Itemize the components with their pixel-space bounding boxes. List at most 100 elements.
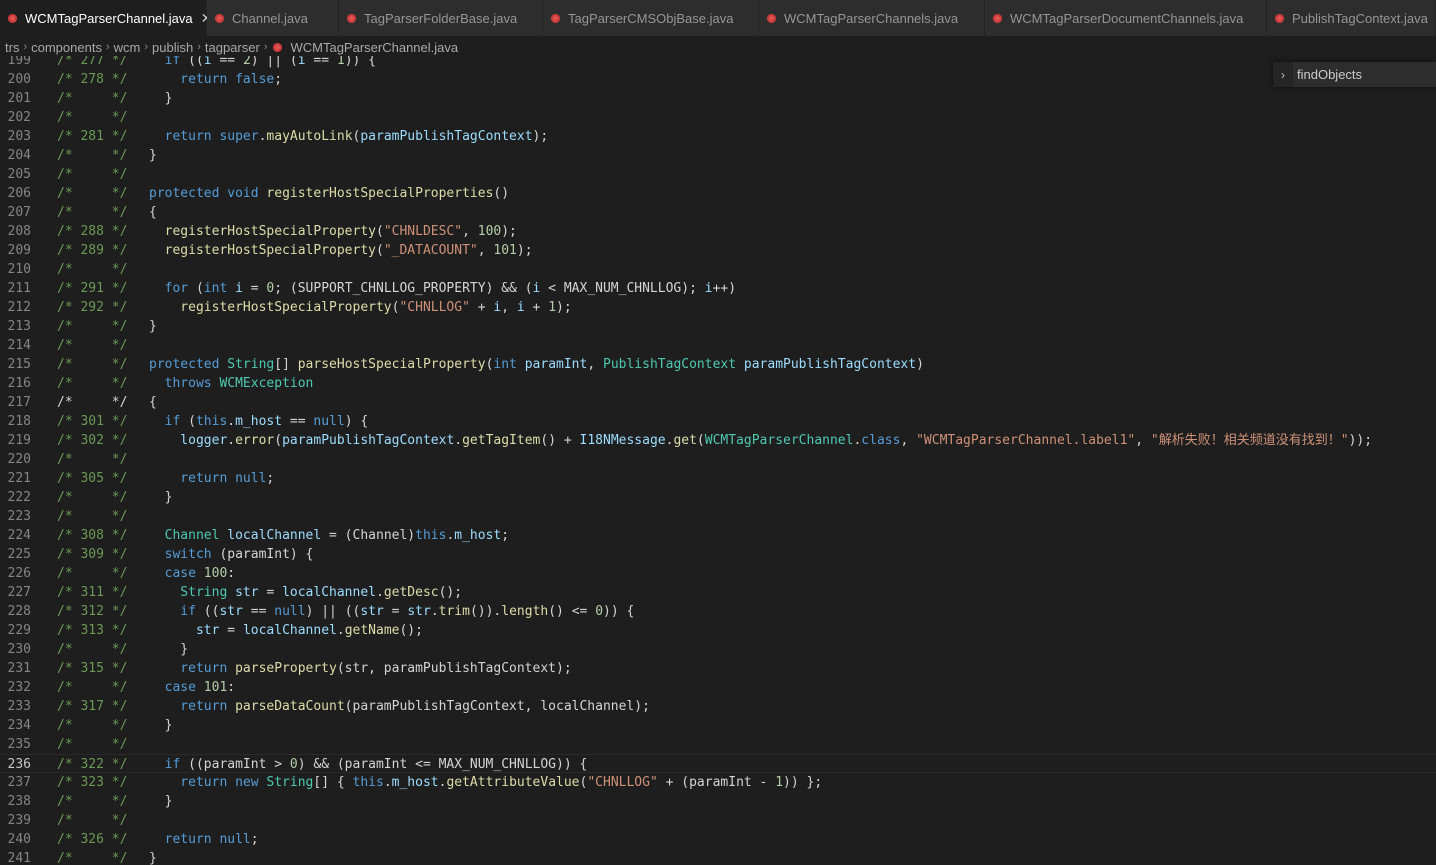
code-line[interactable]: 240 /* 326 */ return null; bbox=[0, 830, 1436, 849]
code-line[interactable]: 199/* 277 */ if ((i == 2) || (i == 1)) { bbox=[0, 56, 1436, 70]
code-line[interactable]: 241 /* */} bbox=[0, 849, 1436, 865]
code-line[interactable]: 222 /* */ } bbox=[0, 488, 1436, 507]
code-line[interactable]: 229 /* 313 */ str = localChannel.getName(… bbox=[0, 621, 1436, 640]
code-line[interactable]: 230 /* */ } bbox=[0, 640, 1436, 659]
code-line[interactable]: 223 /* */ bbox=[0, 507, 1436, 526]
code-line[interactable]: 225 /* 309 */ switch (paramInt) { bbox=[0, 545, 1436, 564]
tab-4[interactable]: WCMTagParserChannels.java bbox=[759, 0, 985, 36]
outline-widget[interactable]: › findObjects bbox=[1273, 62, 1436, 87]
code-text: return parseDataCount(paramPublishTagCon… bbox=[149, 697, 650, 716]
code-line[interactable]: 217 /* */ { bbox=[0, 393, 1436, 412]
code-line[interactable]: 210 /* */ bbox=[0, 260, 1436, 279]
code-token: getAttributeValue bbox=[446, 775, 580, 790]
code-line[interactable]: 224 /* 308 */ Channel localChannel = (Cha… bbox=[0, 526, 1436, 545]
code-token: ) && (paramInt <= MAX_NUM_CHNLLOG)) { bbox=[297, 757, 588, 772]
code-line[interactable]: 214 /* */ bbox=[0, 336, 1436, 355]
line-comment: /* 315 */ bbox=[57, 661, 128, 676]
code-line[interactable]: 226 /* */ case 100: bbox=[0, 564, 1436, 583]
tab-label: Channel.java bbox=[232, 10, 308, 26]
code-line[interactable]: 234 /* */ } bbox=[0, 716, 1436, 735]
code-token: str bbox=[235, 585, 259, 600]
code-text: case 100: bbox=[149, 564, 235, 583]
code-line[interactable]: 228 /* 312 */ if ((str == null) || ((str … bbox=[0, 602, 1436, 621]
breadcrumb-item[interactable]: publish bbox=[152, 40, 193, 55]
code-line[interactable]: 204 /* */} bbox=[0, 146, 1436, 165]
code-line[interactable]: 237 /* 323 */ return new String[] { this.… bbox=[0, 773, 1436, 792]
code-line[interactable]: 227 /* 311 */ String str = localChannel.g… bbox=[0, 583, 1436, 602]
code-token: [] { bbox=[313, 775, 353, 790]
code-line[interactable]: 233 /* 317 */ return parseDataCount(param… bbox=[0, 697, 1436, 716]
code-token: 101 bbox=[203, 680, 228, 695]
code-line[interactable]: 236 /* 322 */ if ((paramInt > 0) && (para… bbox=[0, 754, 1436, 773]
line-comment: /* 292 */ bbox=[57, 300, 128, 315]
line-comment: /* */ bbox=[57, 338, 128, 353]
code-token: )) { bbox=[603, 604, 635, 619]
code-line[interactable]: 205 /* */ bbox=[0, 165, 1436, 184]
code-token: ); bbox=[532, 129, 549, 144]
code-line[interactable]: 238 /* */ } bbox=[0, 792, 1436, 811]
tab-5[interactable]: WCMTagParserDocumentChannels.java bbox=[985, 0, 1267, 36]
code-token: ) || ( bbox=[250, 56, 298, 68]
tab-label: WCMTagParserChannel.java bbox=[25, 10, 193, 26]
code-token: ( bbox=[375, 224, 384, 239]
code-token: i bbox=[235, 281, 243, 296]
code-text: Channel localChannel = (Channel)this.m_h… bbox=[149, 526, 509, 545]
code-editor[interactable]: 199/* 277 */ if ((i == 2) || (i == 1)) {… bbox=[0, 56, 1436, 865]
code-line[interactable]: 220 /* */ bbox=[0, 450, 1436, 469]
breadcrumb-item[interactable]: WCMTagParserChannel.java bbox=[290, 40, 458, 55]
tab-3[interactable]: TagParserCMSObjBase.java bbox=[543, 0, 759, 36]
code-line[interactable]: 200 /* 278 */ return false; bbox=[0, 70, 1436, 89]
code-line[interactable]: 235 /* */ bbox=[0, 735, 1436, 754]
breadcrumb-item[interactable]: components bbox=[31, 40, 102, 55]
code-line[interactable]: 203 /* 281 */ return super.mayAutoLink(pa… bbox=[0, 127, 1436, 146]
code-line[interactable]: 218 /* 301 */ if (this.m_host == null) { bbox=[0, 412, 1436, 431]
breadcrumb-item[interactable]: trs bbox=[5, 40, 19, 55]
tab-0[interactable]: WCMTagParserChannel.java✕ bbox=[0, 0, 212, 36]
code-line[interactable]: 219/* 302 */ logger.error(paramPublishTa… bbox=[0, 431, 1436, 450]
code-line[interactable]: 201 /* */ } bbox=[0, 89, 1436, 108]
line-number: 214 bbox=[7, 338, 31, 353]
line-comment: /* 313 */ bbox=[57, 623, 128, 638]
line-comment: /* */ bbox=[57, 813, 128, 828]
code-line[interactable]: 207 /* */ { bbox=[0, 203, 1436, 222]
java-file-icon bbox=[767, 13, 776, 23]
code-text: if ((str == null) || ((str = str.trim())… bbox=[149, 602, 634, 621]
line-number: 237 bbox=[7, 775, 31, 790]
chevron-right-icon[interactable]: › bbox=[1273, 68, 1293, 82]
line-comment: /* */ bbox=[57, 509, 128, 524]
tab-6[interactable]: PublishTagContext.java bbox=[1267, 0, 1436, 36]
code-line[interactable]: 213 /* */} bbox=[0, 317, 1436, 336]
line-comment: /* */ bbox=[57, 91, 128, 106]
code-token: return bbox=[149, 72, 236, 87]
tab-1[interactable]: Channel.java bbox=[207, 0, 339, 36]
code-token: String bbox=[149, 585, 236, 600]
code-text: } bbox=[149, 317, 157, 336]
line-number: 204 bbox=[7, 148, 31, 163]
code-line[interactable]: 202 /* */ bbox=[0, 108, 1436, 127]
code-line[interactable]: 231 /* 315 */ return parseProperty(str, p… bbox=[0, 659, 1436, 678]
line-number: 199 bbox=[7, 56, 31, 68]
code-line[interactable]: 212 /* 292 */ registerHostSpecialProperty… bbox=[0, 298, 1436, 317]
code-text: } bbox=[149, 849, 157, 865]
code-line[interactable]: 216 /* */ throws WCMException bbox=[0, 374, 1436, 393]
line-comment: /* 288 */ bbox=[57, 224, 128, 239]
breadcrumb-item[interactable]: tagparser bbox=[205, 40, 260, 55]
tab-2[interactable]: TagParserFolderBase.java bbox=[339, 0, 543, 36]
code-line[interactable]: 239 /* */ bbox=[0, 811, 1436, 830]
code-token: switch bbox=[149, 547, 220, 562]
code-line[interactable]: 221 /* 305 */ return null; bbox=[0, 469, 1436, 488]
code-line[interactable]: 232 /* */ case 101: bbox=[0, 678, 1436, 697]
code-line[interactable]: 211/* 291 */ for (int i = 0; (SUPPORT_CH… bbox=[0, 279, 1436, 298]
java-file-icon bbox=[273, 42, 283, 52]
line-number: 218 bbox=[7, 414, 31, 429]
code-line[interactable]: 209 /* 289 */ registerHostSpecialProperty… bbox=[0, 241, 1436, 260]
code-line[interactable]: 206 /* */ protected void registerHostSpeci… bbox=[0, 184, 1436, 203]
chevron-right-icon: › bbox=[197, 41, 201, 53]
code-line[interactable]: 208 /* 288 */ registerHostSpecialProperty… bbox=[0, 222, 1436, 241]
breadcrumb-item[interactable]: wcm bbox=[114, 40, 141, 55]
code-token: i bbox=[297, 56, 306, 68]
outline-item-label[interactable]: findObjects bbox=[1293, 62, 1436, 87]
code-line[interactable]: 215 /* */ protected String[] parseHostSpec… bbox=[0, 355, 1436, 374]
line-comment: /* */ bbox=[57, 186, 128, 201]
code-token: PublishTagContext bbox=[603, 357, 744, 372]
